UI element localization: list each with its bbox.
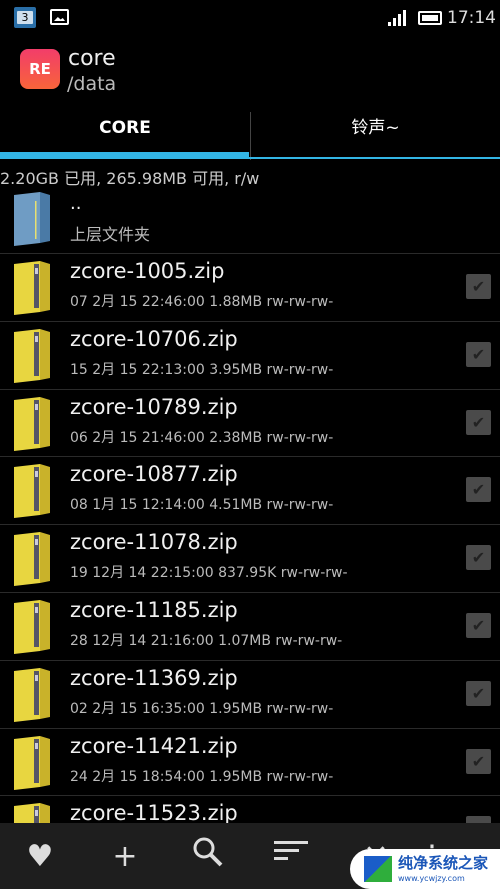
watermark-icon (364, 856, 392, 882)
tab-underline (249, 157, 500, 159)
file-meta: 07 2月 15 22:46:00 1.88MB rw-rw-rw- (70, 294, 334, 310)
sort-icon[interactable] (268, 835, 312, 879)
file-name: zcore-10706.zip (70, 326, 238, 351)
calendar-day: 3 (17, 11, 33, 24)
file-row[interactable]: zcore-10789.zip 06 2月 15 21:46:00 2.38MB… (0, 388, 500, 457)
file-name: zcore-1005.zip (70, 259, 225, 283)
select-checkbox[interactable]: ✔ (466, 613, 491, 638)
app-logo[interactable]: RE (20, 49, 60, 89)
file-meta: 06 2月 15 21:46:00 2.38MB rw-rw-rw- (70, 429, 334, 446)
file-row[interactable]: zcore-10877.zip 08 1月 15 12:14:00 4.51MB… (0, 456, 500, 524)
file-row[interactable]: zcore-10706.zip 15 2月 15 22:13:00 3.95MB… (0, 320, 500, 389)
select-checkbox[interactable]: ✔ (466, 748, 491, 774)
current-path: /data (67, 73, 117, 95)
file-meta: 15 2月 15 22:13:00 3.95MB rw-rw-rw- (70, 361, 334, 378)
zip-folder-icon (14, 261, 50, 315)
zip-folder-icon (14, 532, 50, 587)
heart-icon[interactable]: ♥ (18, 835, 62, 879)
battery-icon (418, 11, 442, 25)
select-checkbox[interactable]: ✔ (466, 409, 491, 435)
watermark-url: www.ycwjzy.com (398, 874, 465, 883)
image-icon (50, 9, 69, 25)
blue-folder-icon (14, 192, 50, 246)
file-row[interactable]: zcore-1005.zip 07 2月 15 22:46:00 1.88MB … (0, 253, 500, 321)
select-checkbox[interactable]: ✔ (466, 680, 491, 706)
parent-name: .. (70, 193, 82, 214)
file-name: zcore-11421.zip (70, 733, 238, 758)
active-tab-indicator (0, 152, 249, 159)
file-name: zcore-11523.zip (70, 801, 238, 826)
zip-folder-icon (14, 396, 50, 451)
file-name: zcore-11185.zip (70, 598, 238, 622)
search-icon[interactable] (186, 835, 230, 879)
file-name: zcore-10877.zip (70, 462, 238, 487)
zip-folder-icon (14, 328, 50, 383)
plus-icon[interactable]: + (103, 835, 147, 879)
file-meta: 19 12月 14 22:15:00 837.95K rw-rw-rw- (70, 565, 348, 582)
file-name: zcore-11078.zip (70, 530, 238, 555)
zip-folder-icon (14, 735, 50, 790)
page-title: core (68, 46, 116, 71)
status-bar: 3 17:14 (0, 0, 500, 38)
select-checkbox[interactable]: ✔ (466, 274, 491, 299)
select-checkbox[interactable]: ✔ (466, 545, 491, 571)
file-meta: 24 2月 15 18:54:00 1.95MB rw-rw-rw- (70, 768, 334, 785)
parent-folder-row[interactable]: .. 上层文件夹 (0, 185, 500, 253)
tab-ringtones[interactable]: 铃声~ (250, 112, 500, 160)
select-checkbox[interactable]: ✔ (466, 477, 491, 503)
zip-folder-icon (14, 600, 50, 654)
file-row[interactable]: zcore-11421.zip 24 2月 15 18:54:00 1.95MB… (0, 727, 500, 796)
select-checkbox[interactable]: ✔ (466, 341, 491, 367)
file-meta: 28 12月 14 21:16:00 1.07MB rw-rw-rw- (70, 633, 343, 649)
file-name: zcore-10789.zip (70, 394, 238, 419)
file-meta: 08 1月 15 12:14:00 4.51MB rw-rw-rw- (70, 497, 334, 514)
parent-label: 上层文件夹 (70, 225, 151, 244)
file-row[interactable]: zcore-11185.zip 28 12月 14 21:16:00 1.07M… (0, 592, 500, 660)
clock: 17:14 (447, 8, 496, 28)
file-name: zcore-11369.zip (70, 665, 238, 690)
signal-icon (388, 10, 408, 26)
file-meta: 02 2月 15 16:35:00 1.95MB rw-rw-rw- (70, 700, 334, 717)
file-row[interactable]: zcore-11369.zip 02 2月 15 16:35:00 1.95MB… (0, 659, 500, 728)
zip-folder-icon (14, 667, 50, 722)
calendar-icon: 3 (14, 7, 36, 28)
zip-folder-icon (14, 464, 50, 519)
watermark-logo: 纯净系统之家 www.ycwjzy.com (350, 849, 500, 889)
file-row[interactable]: zcore-11078.zip 19 12月 14 22:15:00 837.9… (0, 524, 500, 592)
watermark-title: 纯净系统之家 (398, 854, 489, 872)
